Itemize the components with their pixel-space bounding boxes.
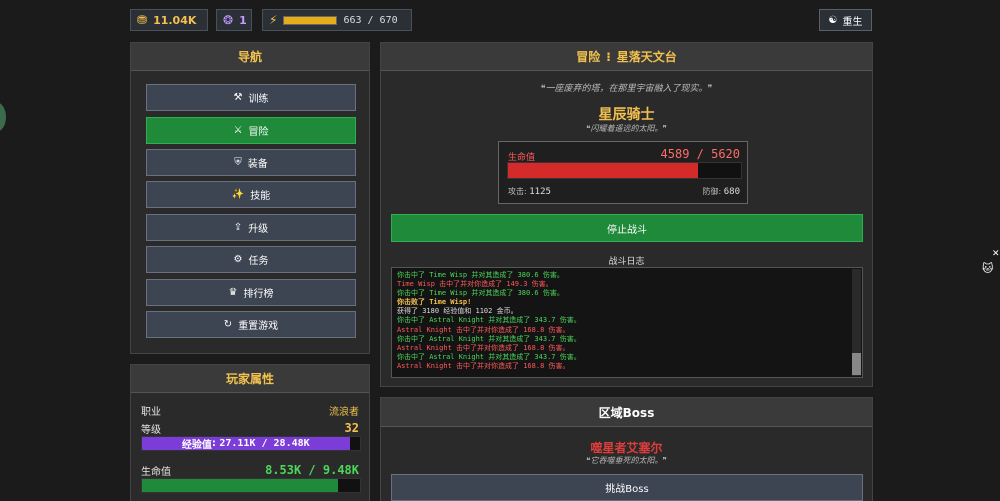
pin-icon: ⁝	[606, 49, 611, 64]
location-quote: ❝一座废弃的塔，在那里宇宙融入了现实。❞	[540, 84, 713, 94]
attack-row: 攻击: 1125	[508, 187, 551, 197]
nav-item-quests[interactable]: ⚙ 任务	[146, 246, 356, 273]
gear-icon: ⚙	[233, 254, 243, 265]
hp-bar-fill	[142, 479, 339, 492]
nav-item-label: 排行榜	[243, 289, 274, 300]
hp-label: 生命值	[141, 467, 171, 478]
nav-item-label: 冒险	[248, 127, 269, 138]
navigation-panel: 导航 ⚒ 训练 ⚔ 冒险 ⛨ 装备 ✨ 技能 ⇪ 升级 ⚙ 任务 ♛ 排行榜 ↻ 重置游戏	[130, 42, 370, 354]
level-row: 等级 32	[141, 421, 359, 436]
xp-label: 经验值	[181, 440, 212, 451]
log-scrollbar[interactable]	[852, 269, 861, 376]
skill-icon: ✨	[231, 189, 245, 200]
xp-bar-fill: 经验值: 27.11K / 28.48K	[142, 437, 350, 451]
battle-log[interactable]: 你击中了 Time Wisp 并对其造成了 380.6 伤害。 Time Wisp…	[391, 267, 863, 378]
hp-value: 8.53K / 9.48K	[265, 463, 359, 477]
attack-label: 攻击	[508, 187, 524, 196]
hp-row: 生命值 8.53K / 9.48K	[141, 463, 359, 478]
crossed-swords-icon: ⚔	[233, 125, 243, 136]
gem-counter: ❂ 1	[216, 9, 252, 31]
nav-item-label: 训练	[248, 94, 269, 105]
log-scrollbar-thumb[interactable]	[852, 353, 861, 375]
log-line: Time Wisp 击中了并对你造成了 149.3 伤害。	[397, 280, 553, 289]
xp-bar: 经验值: 27.11K / 28.48K	[141, 436, 361, 451]
class-label: 职业	[141, 407, 161, 418]
region-boss-panel: 区域Boss 噬星者艾塞尔 ❝它吞噬垂死的太阳。❞ 挑战Boss	[380, 397, 873, 501]
log-line: 你击中了 Time Wisp 并对其造成了 380.6 伤害。	[397, 289, 564, 298]
nav-item-label: 升级	[248, 224, 269, 235]
player-stats-panel: 玩家属性 职业 流浪者 等级 32 经验值: 27.11K / 28.48K 生…	[130, 364, 370, 501]
location-name: 星落天文台	[616, 50, 677, 64]
enemy-hp-bar-fill	[508, 163, 699, 178]
defense-value: 680	[723, 187, 740, 197]
boss-title: 区域Boss	[381, 398, 872, 427]
enemy-quote: ❝闪耀着遥远的太阳。❞	[586, 124, 667, 133]
stats-title: 玩家属性	[131, 365, 369, 393]
gold-icon: ⛃	[137, 13, 148, 27]
battle-log-title: 战斗日志	[608, 257, 645, 267]
gem-icon: ❂	[223, 13, 234, 27]
enemy-hp-bar	[507, 162, 742, 179]
level-label: 等级	[141, 425, 161, 436]
energy-bar-fill	[284, 16, 336, 24]
stop-battle-button[interactable]: 停止战斗	[391, 214, 863, 242]
class-row: 职业 流浪者	[141, 403, 359, 418]
defense-row: 防御: 680	[702, 187, 740, 197]
enemy-name: 星辰骑士	[598, 107, 655, 123]
enemy-hp-value: 4589 / 5620	[660, 147, 740, 161]
defense-label: 防御	[702, 187, 719, 196]
hp-bar	[141, 478, 361, 493]
log-line: 你击中了 Astral Knight 并对其造成了 343.7 伤害。	[397, 334, 581, 343]
energy-bar	[283, 15, 338, 25]
adventure-title-prefix: 冒险	[576, 50, 601, 64]
nav-item-label: 装备	[247, 159, 268, 170]
nav-item-reset[interactable]: ↻ 重置游戏	[146, 311, 356, 338]
wifi-icon: ⇪	[233, 222, 243, 233]
close-icon[interactable]: ✕	[992, 249, 1000, 259]
energy-meter: ⚡ 663 / 670	[262, 9, 412, 31]
armor-icon: ⛨	[234, 157, 242, 168]
boss-name: 噬星者艾塞尔	[590, 441, 663, 455]
nav-item-leaderboard[interactable]: ♛ 排行榜	[146, 279, 356, 306]
boss-quote: ❝它吞噬垂死的太阳。❞	[586, 456, 667, 465]
nav-item-label: 重置游戏	[238, 321, 279, 332]
challenge-boss-button[interactable]: 挑战Boss	[391, 474, 863, 501]
energy-value: 663 / 670	[343, 14, 398, 26]
rebirth-button[interactable]: ☯ 重生	[819, 9, 872, 31]
log-line: Astral Knight 击中了并对你造成了 168.8 伤害。	[397, 361, 570, 370]
class-value: 流浪者	[329, 407, 359, 418]
trophy-icon: ♛	[228, 287, 238, 298]
nav-item-upgrade[interactable]: ⇪ 升级	[146, 214, 356, 241]
enemy-status: 生命值 4589 / 5620 攻击: 1125 防御: 680	[498, 141, 748, 204]
log-line: 你击败了 Time Wisp!	[397, 298, 472, 307]
adventure-title: 冒险 ⁝ 星落天文台	[381, 43, 872, 71]
reset-icon: ↻	[223, 319, 233, 330]
gold-counter: ⛃ 11.04K	[130, 9, 208, 31]
nav-item-train[interactable]: ⚒ 训练	[146, 84, 356, 111]
nav-item-label: 任务	[248, 256, 269, 267]
dumbbell-icon: ⚒	[233, 92, 243, 103]
cat-icon[interactable]: 🐱	[982, 262, 994, 275]
gold-value: 11.04K	[153, 13, 197, 27]
adventure-panel: 冒险 ⁝ 星落天文台 ❝一座废弃的塔，在那里宇宙融入了现实。❞ 星辰骑士 ❝闪耀…	[380, 42, 873, 387]
log-line: 你击中了 Astral Knight 并对其造成了 343.7 伤害。	[397, 352, 581, 361]
nav-item-adventure[interactable]: ⚔ 冒险	[146, 117, 356, 144]
xp-value: 27.11K / 28.48K	[219, 438, 310, 449]
rebirth-label: 重生	[842, 16, 863, 28]
log-line: 你击中了 Astral Knight 并对其造成了 343.7 伤害。	[397, 316, 581, 325]
log-line: Astral Knight 击中了并对你造成了 168.8 伤害。	[397, 325, 570, 334]
yin-yang-icon: ☯	[828, 14, 838, 26]
side-handle[interactable]	[0, 102, 6, 132]
lightning-icon: ⚡	[269, 13, 278, 27]
log-line: 你击中了 Time Wisp 并对其造成了 380.6 伤害。	[397, 271, 564, 279]
gem-value: 1	[239, 13, 247, 27]
level-value: 32	[344, 421, 359, 435]
nav-title: 导航	[131, 43, 369, 71]
nav-item-equipment[interactable]: ⛨ 装备	[146, 149, 356, 176]
log-line: Astral Knight 击中了并对你造成了 168.8 伤害。	[397, 343, 570, 352]
battle-log-lines: 你击中了 Time Wisp 并对其造成了 380.6 伤害。 Time Wisp…	[397, 271, 857, 371]
nav-item-skills[interactable]: ✨ 技能	[146, 181, 356, 208]
attack-value: 1125	[529, 187, 551, 197]
nav-item-label: 技能	[250, 191, 271, 202]
